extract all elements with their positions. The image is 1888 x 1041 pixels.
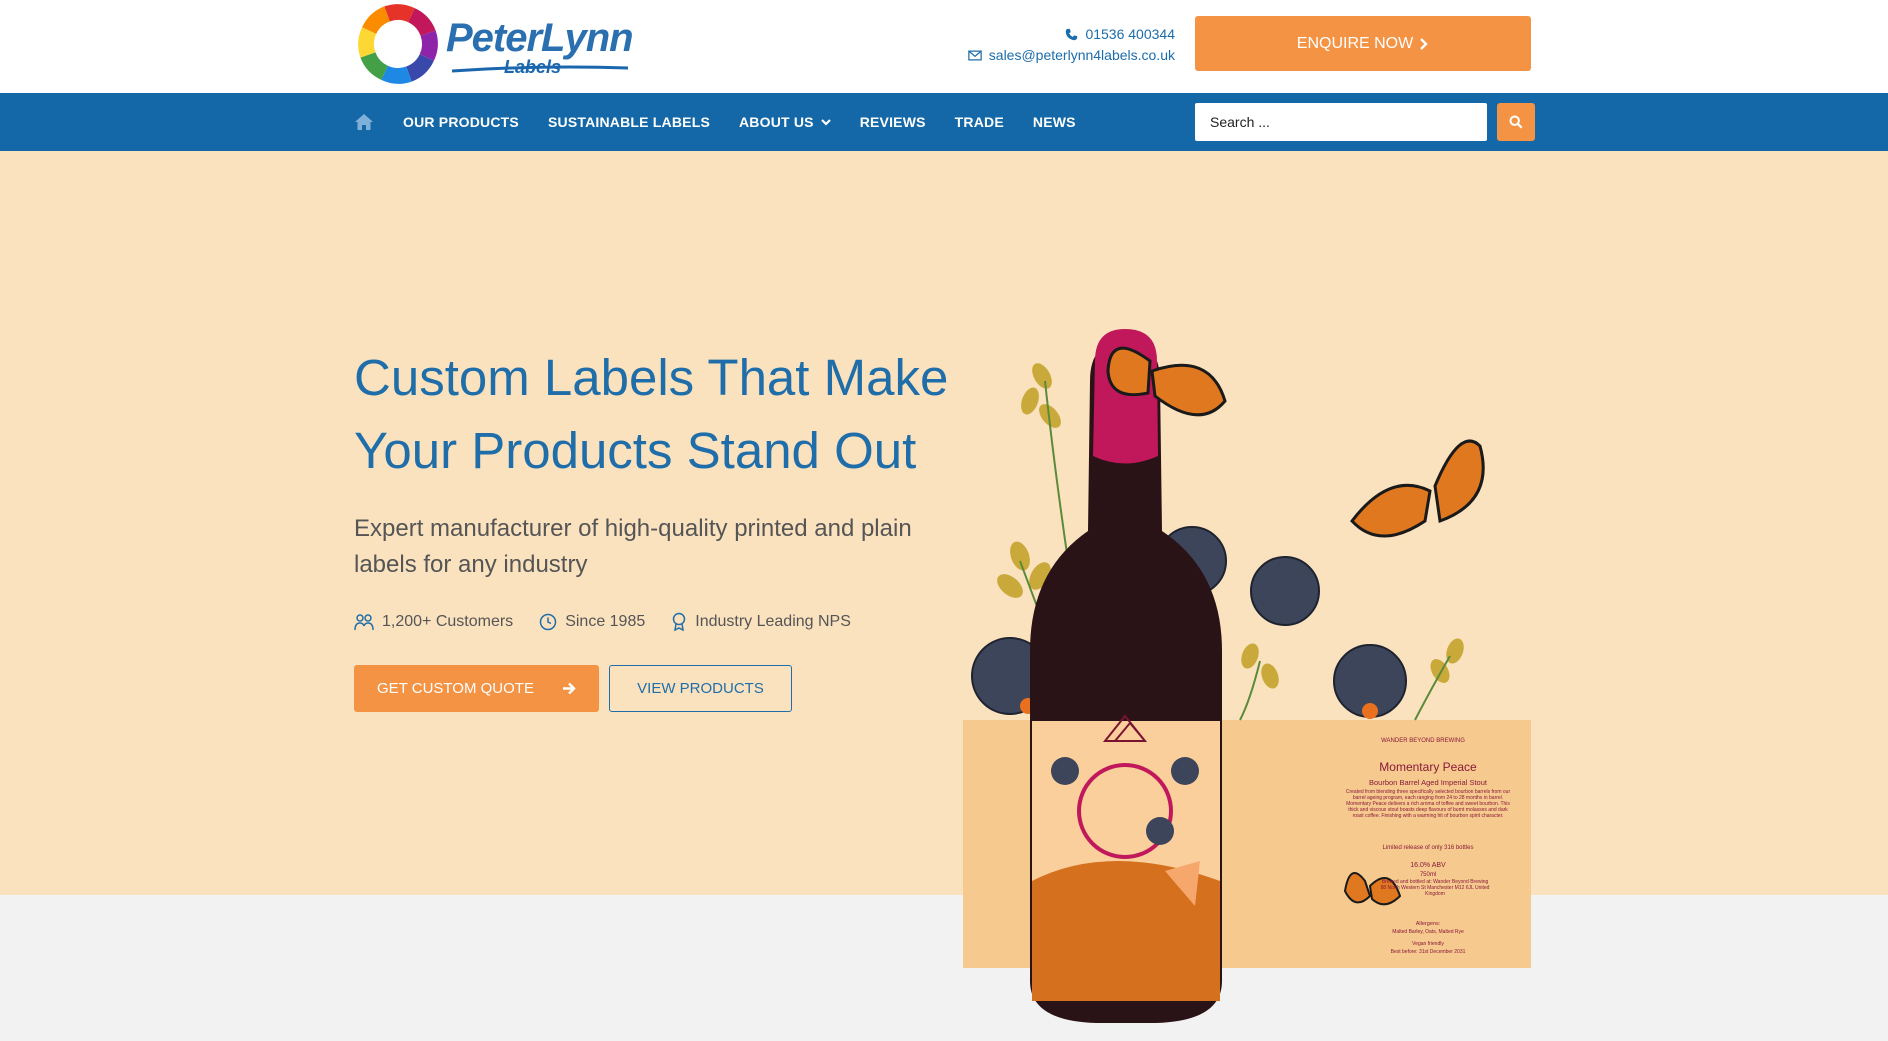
hero-headline: Custom Labels That Make Your Products St… [354, 341, 954, 487]
search-button[interactable] [1497, 103, 1535, 141]
get-custom-quote-button[interactable]: GET CUSTOM QUOTE [354, 665, 599, 712]
stat-since: Since 1985 [539, 613, 645, 631]
nav-item-sustainable-labels[interactable]: SUSTAINABLE LABELS [548, 114, 710, 130]
label-allergens-title: Allergens: [1416, 921, 1441, 927]
butterfly-illustration [1350, 439, 1485, 538]
logo-text: PeterLynn [446, 16, 634, 60]
hero-stats: 1,200+ Customers Since 1985 Industry Lea… [354, 612, 877, 631]
arrow-right-icon [562, 682, 576, 695]
stat-nps: Industry Leading NPS [671, 612, 851, 631]
stat-customers: 1,200+ Customers [354, 613, 513, 631]
stat-label: Since 1985 [565, 612, 646, 630]
email-icon [968, 50, 982, 61]
enquire-now-button[interactable]: ENQUIRE NOW [1195, 16, 1531, 71]
label-product-type: Bourbon Barrel Aged Imperial Stout [1369, 778, 1488, 787]
hero-subheading: Expert manufacturer of high-quality prin… [354, 515, 912, 578]
label-abv: 16.0% ABV [1410, 862, 1446, 869]
nav-item-label: TRADE [954, 114, 1004, 130]
clock-icon [539, 613, 557, 630]
hero-section: Custom Labels That Make Your Products St… [0, 151, 1888, 1023]
get-custom-quote-label: GET CUSTOM QUOTE [377, 680, 534, 697]
nav-item-reviews[interactable]: REVIEWS [860, 114, 926, 130]
top-header: PeterLynn Labels 01536 400344 sales@pete… [0, 0, 1888, 93]
nav-item-news[interactable]: NEWS [1033, 114, 1076, 130]
home-icon[interactable] [354, 113, 374, 131]
phone-icon [1066, 28, 1078, 41]
nav-item-label: NEWS [1032, 114, 1076, 130]
contact-block: 01536 400344 sales@peterlynn4labels.co.u… [968, 24, 1175, 66]
phone-number: 01536 400344 [1085, 26, 1175, 42]
stat-label: Industry Leading NPS [695, 612, 851, 630]
enquire-now-label: ENQUIRE NOW [1296, 34, 1414, 52]
label-allergens: Malted Barley, Oats, Malted Rye [1392, 929, 1464, 935]
stat-label: 1,200+ Customers [382, 612, 514, 630]
people-icon [354, 613, 374, 630]
main-nav: OUR PRODUCTS SUSTAINABLE LABELS ABOUT US… [0, 93, 1888, 151]
nav-menu: OUR PRODUCTS SUSTAINABLE LABELS ABOUT US… [403, 93, 1105, 151]
email-address: sales@peterlynn4labels.co.uk [988, 47, 1175, 63]
chevron-right-icon [1420, 37, 1428, 50]
label-limited: Limited release of only 316 bottles [1382, 845, 1473, 851]
label-vegan: Vegan friendly [1412, 941, 1444, 947]
award-icon [673, 612, 686, 631]
email-link[interactable]: sales@peterlynn4labels.co.uk [968, 45, 1175, 66]
label-product-name: Momentary Peace [1379, 760, 1477, 774]
view-products-label: VIEW PRODUCTS [637, 680, 764, 697]
hero-headline-line1: Custom Labels That Make [354, 349, 949, 406]
nav-item-about-us[interactable]: ABOUT US [739, 114, 831, 130]
site-logo[interactable]: PeterLynn Labels [354, 2, 634, 86]
color-wheel-logo-icon [358, 4, 438, 84]
label-brewed-by: Brewed and bottled at: Wander Beyond Bre… [1380, 879, 1490, 897]
nav-item-label: OUR PRODUCTS [403, 114, 519, 130]
hero-headline-line2: Your Products Stand Out [354, 422, 917, 479]
label-volume: 750ml [1420, 872, 1436, 878]
view-products-button[interactable]: VIEW PRODUCTS [609, 665, 792, 712]
label-illustration: WANDER BEYOND BREWING Momentary Peace Bo… [963, 329, 1531, 1023]
label-best-before: Best before: 31st December 2031 [1391, 949, 1466, 955]
label-description: Created from blending three specifically… [1345, 789, 1511, 819]
nav-item-our-products[interactable]: OUR PRODUCTS [403, 114, 519, 130]
phone-link[interactable]: 01536 400344 [968, 24, 1175, 45]
nav-item-label: REVIEWS [859, 114, 926, 130]
logo-subtext: Labels [504, 57, 562, 77]
label-brand: WANDER BEYOND BREWING [1381, 738, 1465, 744]
nav-item-trade[interactable]: TRADE [955, 114, 1004, 130]
label-brewed-container: Brewed and bottled at: Wander Beyond Bre… [1380, 879, 1490, 897]
chevron-down-icon [820, 118, 831, 126]
nav-item-label: ABOUT US [738, 114, 814, 130]
search-input[interactable] [1195, 103, 1487, 141]
search-icon [1509, 115, 1523, 129]
nav-item-label: SUSTAINABLE LABELS [547, 114, 710, 130]
label-description-container: Created from blending three specifically… [1345, 789, 1511, 819]
